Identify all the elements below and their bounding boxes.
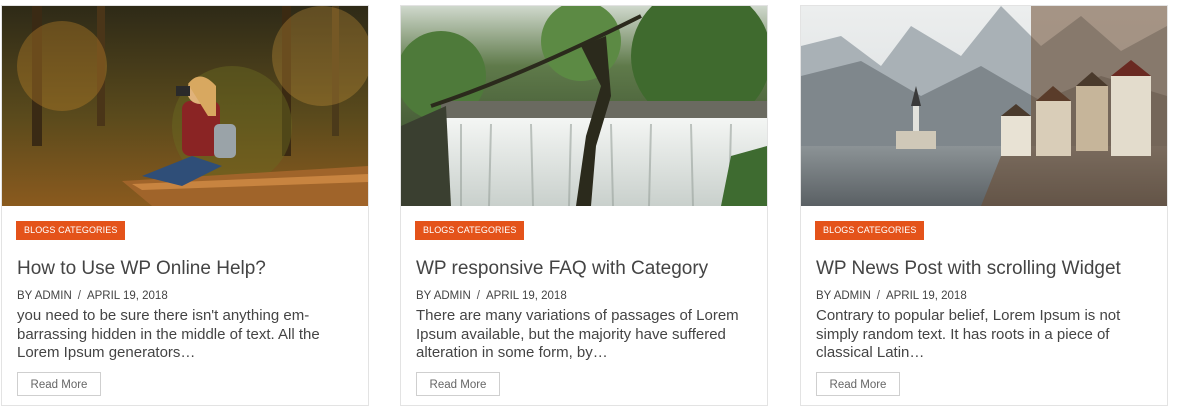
meta-separator: / <box>876 290 880 302</box>
read-more-button[interactable]: Read More <box>816 372 900 396</box>
post-card: BLOGS CATEGORIES WP responsive FAQ with … <box>400 5 768 406</box>
post-date: APRIL 19, 2018 <box>86 290 168 302</box>
post-excerpt: you need to be sure there isn't anything… <box>17 307 320 361</box>
read-more-button[interactable]: Read More <box>17 372 101 396</box>
meta-separator: / <box>77 290 81 302</box>
post-author: BY ADMIN <box>416 290 471 302</box>
post-title[interactable]: How to Use WP Online Help? <box>17 258 357 280</box>
category-badge[interactable]: BLOGS CATEGORIES <box>16 221 126 240</box>
post-meta: BY ADMIN / APRIL 19, 2018 <box>416 290 567 302</box>
post-excerpt: There are many variations of passages of… <box>416 307 739 361</box>
post-title[interactable]: WP responsive FAQ with Category <box>416 258 756 280</box>
category-badge[interactable]: BLOGS CATEGORIES <box>415 221 525 240</box>
meta-separator: / <box>476 290 480 302</box>
post-excerpt: Contrary to popular belief, Lorem Ipsum … <box>816 307 1121 361</box>
woman-photographer-forest-image <box>2 6 368 206</box>
post-title[interactable]: WP News Post with scrolling Widget <box>816 258 1156 280</box>
category-badge[interactable]: BLOGS CATEGORIES <box>815 221 925 240</box>
post-image[interactable] <box>401 6 767 206</box>
post-author: BY ADMIN <box>816 290 871 302</box>
blog-post-grid: BLOGS CATEGORIES How to Use WP Online He… <box>0 0 1179 420</box>
read-more-button[interactable]: Read More <box>416 372 500 396</box>
post-image[interactable] <box>801 6 1167 206</box>
post-meta: BY ADMIN / APRIL 19, 2018 <box>816 290 967 302</box>
post-card: BLOGS CATEGORIES How to Use WP Online He… <box>1 5 369 406</box>
post-author: BY ADMIN <box>17 290 72 302</box>
waterfall-jungle-image <box>401 6 767 206</box>
mountain-lake-village-image <box>801 6 1167 206</box>
post-meta: BY ADMIN / APRIL 19, 2018 <box>17 290 168 302</box>
post-card: BLOGS CATEGORIES WP News Post with scrol… <box>800 5 1168 406</box>
post-date: APRIL 19, 2018 <box>485 290 567 302</box>
post-date: APRIL 19, 2018 <box>885 290 967 302</box>
post-image[interactable] <box>2 6 368 206</box>
